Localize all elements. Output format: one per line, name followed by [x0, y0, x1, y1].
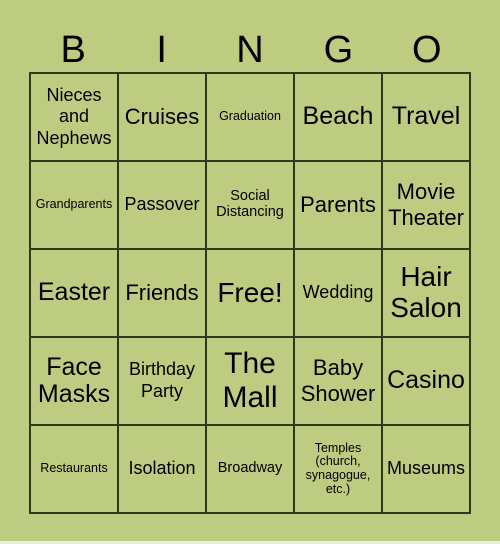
bingo-cell-label: Casino [387, 366, 465, 395]
bingo-cell[interactable]: Hair Salon [382, 249, 470, 337]
bingo-cell-label: The Mall [222, 346, 278, 415]
bingo-cell-label: Baby Shower [300, 354, 376, 406]
bingo-cell[interactable]: Grandparents [30, 161, 118, 249]
bingo-cell-free[interactable]: Free! [206, 249, 294, 337]
bingo-cell-label: Birthday Party [128, 359, 196, 401]
bingo-cell[interactable]: Museums [382, 425, 470, 513]
bingo-cell[interactable]: Passover [118, 161, 206, 249]
bingo-cell[interactable]: Birthday Party [118, 337, 206, 425]
bingo-cell-label: Beach [302, 102, 374, 131]
bingo-cell-label: Hair Salon [390, 261, 462, 323]
bingo-cell-label: Nieces and Nephews [36, 84, 112, 148]
bingo-header: B I N G O [29, 28, 471, 72]
bingo-cell-label: Graduation [219, 109, 281, 124]
bingo-cell[interactable]: Broadway [206, 425, 294, 513]
bingo-cell-label: Passover [124, 194, 200, 215]
bingo-cell-label: Movie Theater [388, 178, 464, 230]
header-letter-b: B [60, 29, 86, 71]
bingo-cell[interactable]: Baby Shower [294, 337, 382, 425]
header-letter-n: N [236, 29, 264, 71]
bingo-cell[interactable]: Graduation [206, 73, 294, 161]
bingo-cell-label: Face Masks [37, 352, 111, 408]
bingo-cell-label: Wedding [302, 282, 374, 303]
bingo-cell[interactable]: Isolation [118, 425, 206, 513]
bingo-cell-label: Museums [386, 458, 466, 479]
bingo-cell-label: Grandparents [35, 197, 113, 212]
header-letter-i: I [156, 29, 167, 71]
bingo-cell[interactable]: Travel [382, 73, 470, 161]
bingo-cell-label: Temples (church, synagogue, etc.) [305, 440, 371, 496]
bingo-cell[interactable]: Easter [30, 249, 118, 337]
bingo-cell[interactable]: Beach [294, 73, 382, 161]
bingo-cell-label: Friends [125, 279, 199, 305]
header-letter-g: G [323, 29, 354, 71]
bingo-cell[interactable]: Face Masks [30, 337, 118, 425]
header-letter-o: O [412, 29, 442, 71]
bingo-cell[interactable]: Casino [382, 337, 470, 425]
bingo-cell[interactable]: The Mall [206, 337, 294, 425]
bingo-cell-label: Free! [217, 276, 283, 308]
bingo-cell[interactable]: Restaurants [30, 425, 118, 513]
bingo-cell[interactable]: Parents [294, 161, 382, 249]
bingo-cell-label: Broadway [217, 460, 283, 477]
bingo-cell[interactable]: Nieces and Nephews [30, 73, 118, 161]
bingo-cell[interactable]: Cruises [118, 73, 206, 161]
bingo-cell-label: Cruises [124, 103, 200, 129]
bingo-cell[interactable]: Friends [118, 249, 206, 337]
bingo-cell-label: Restaurants [40, 461, 108, 476]
bingo-cell-label: Easter [37, 278, 111, 307]
bingo-cell-label: Parents [300, 191, 376, 217]
bingo-cell[interactable]: Movie Theater [382, 161, 470, 249]
bingo-cell-label: Travel [391, 102, 461, 131]
bingo-cell[interactable]: Social Distancing [206, 161, 294, 249]
bingo-cell[interactable]: Temples (church, synagogue, etc.) [294, 425, 382, 513]
bingo-cell-label: Isolation [128, 458, 196, 479]
bingo-cell[interactable]: Wedding [294, 249, 382, 337]
bingo-cell-label: Social Distancing [216, 188, 284, 220]
bingo-grid: Nieces and Nephews Cruises Graduation Beach… [29, 72, 471, 514]
